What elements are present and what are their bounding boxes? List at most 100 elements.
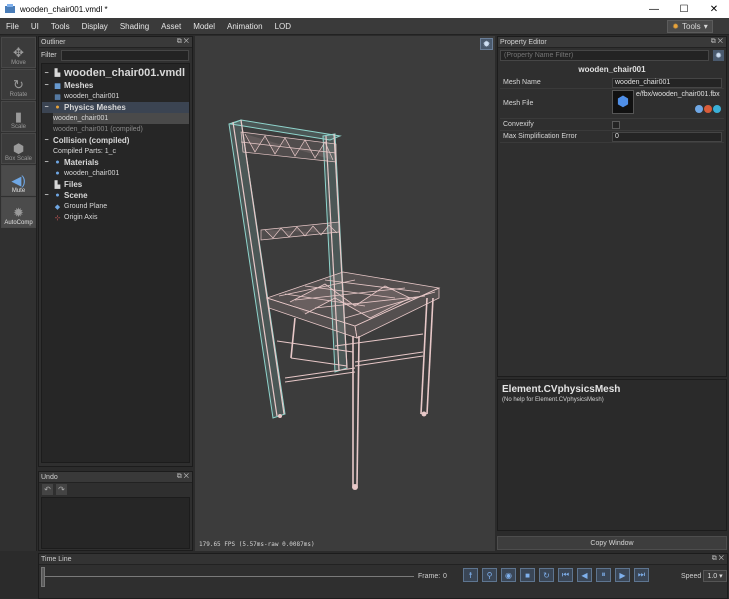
record-icon[interactable]: ◉	[501, 568, 516, 582]
help-panel: Element.CVphysicsMesh (No help for Eleme…	[497, 379, 727, 531]
maximize-button[interactable]: ☐	[669, 0, 699, 18]
tree-meshes[interactable]: − ▦ Meshes	[42, 80, 189, 91]
viewport-settings-gear-icon[interactable]: ✹	[480, 38, 493, 50]
scene-icon: ●	[55, 192, 60, 199]
close-button[interactable]: ✕	[699, 0, 729, 18]
minimize-button[interactable]: —	[639, 0, 669, 18]
fps-readout: 179.65 FPS (5.57ms-raw 0.0087ms)	[199, 541, 315, 548]
max-simplification-label: Max Simplification Error	[503, 133, 577, 140]
mute-icon: ◀)	[11, 173, 26, 188]
property-table: Mesh Name wooden_chair001 Mesh File ⬢ e/…	[500, 77, 724, 143]
outliner-tree: − ▙ wooden_chair001.vmdl − ▦ Meshes ▦ wo…	[41, 63, 190, 463]
step-forward-icon[interactable]: ▶	[615, 568, 630, 582]
fbx-thumbnail-icon[interactable]: ⬢	[612, 89, 634, 114]
tree-material-item[interactable]: ● wooden_chair001	[42, 168, 189, 179]
tree-mesh-item[interactable]: ▦ wooden_chair001	[42, 91, 189, 102]
mesh-name-label: Mesh Name	[503, 79, 541, 86]
rotate-tool-button[interactable]: ↻ Rotate	[1, 69, 36, 100]
menu-display[interactable]: Display	[76, 22, 114, 31]
mesh-file-path[interactable]: e/fbx/wooden_chair001.fbx	[636, 91, 720, 98]
timeline-header: Time Line ⧉ ✕	[39, 554, 727, 565]
files-icon: ▙	[54, 181, 61, 189]
tools-button-label: Tools	[682, 22, 701, 31]
tools-dropdown-button[interactable]: ✹ Tools ▾	[667, 20, 713, 33]
menu-shading[interactable]: Shading	[114, 22, 155, 31]
menu-ui[interactable]: UI	[25, 22, 45, 31]
copy-window-button[interactable]: Copy Window	[497, 536, 727, 550]
menu-tools[interactable]: Tools	[45, 22, 76, 31]
outliner-filter-input[interactable]	[60, 49, 189, 61]
browse-icon[interactable]	[695, 104, 703, 113]
tree-ground-plane[interactable]: ◆ Ground Plane	[42, 201, 189, 212]
undo-panel: Undo ⧉ ✕ ↶ ↷	[38, 471, 193, 551]
help-title: Element.CVphysicsMesh	[502, 384, 621, 395]
move-tool-button[interactable]: ✥ Move	[1, 37, 36, 68]
app-logo-icon	[5, 4, 15, 13]
tree-root[interactable]: − ▙ wooden_chair001.vmdl	[42, 66, 189, 80]
property-filter-input[interactable]	[500, 50, 710, 61]
undo-header: Undo ⧉ ✕	[39, 472, 192, 483]
undo-history-list[interactable]	[41, 497, 190, 549]
title-bar: wooden_chair001.vmdl * — ☐ ✕	[0, 0, 729, 18]
tree-physics-compiled[interactable]: wooden_chair001 (compiled)	[42, 124, 189, 135]
menu-model[interactable]: Model	[187, 22, 221, 31]
expand-toggle-icon[interactable]: −	[42, 137, 51, 144]
undo-icon[interactable]: ↶	[42, 484, 53, 495]
speed-select[interactable]: 1.0 ▾	[703, 570, 727, 582]
skip-end-icon[interactable]: ⏭	[634, 568, 649, 582]
timeline-scrubber-track[interactable]	[41, 576, 414, 577]
step-back-icon[interactable]: ◀	[577, 568, 592, 582]
tree-origin-axis[interactable]: ⊹ Origin Axis	[42, 212, 189, 223]
tree-files[interactable]: ▙ Files	[42, 179, 189, 190]
convexify-checkbox[interactable]	[612, 120, 620, 129]
menu-file[interactable]: File	[0, 22, 25, 31]
tree-compiled-parts[interactable]: Compiled Parts: 1_c	[42, 146, 189, 157]
left-toolbar: ✥ Move ↻ Rotate ▮ Scale ⬢ Box Scale ◀) M…	[0, 36, 37, 551]
panel-float-close-icon[interactable]: ⧉ ✕	[711, 38, 726, 46]
redo-icon[interactable]: ↷	[56, 484, 67, 495]
expand-toggle-icon[interactable]: −	[42, 82, 51, 89]
skip-start-icon[interactable]: ⏮	[558, 568, 573, 582]
outliner-panel: Outliner ⧉ ✕ Filter − ▙ wooden_chair001.…	[38, 36, 193, 467]
pause-icon[interactable]: ⏸	[596, 568, 611, 582]
tree-materials[interactable]: − ● Materials	[42, 157, 189, 168]
max-simplification-field[interactable]: 0	[612, 131, 722, 142]
open-source-icon[interactable]	[704, 104, 712, 113]
convexify-label: Convexify	[503, 121, 534, 128]
box-scale-tool-button[interactable]: ⬢ Box Scale	[1, 133, 36, 164]
property-settings-gear-icon[interactable]: ✹	[713, 50, 724, 61]
3d-viewport[interactable]: ✹ 179.65 FPS (5.57ms-raw 0.0087ms)	[195, 36, 495, 551]
window-title: wooden_chair001.vmdl *	[20, 4, 108, 14]
panel-float-close-icon[interactable]: ⧉ ✕	[177, 473, 192, 481]
menu-asset[interactable]: Asset	[155, 22, 187, 31]
expand-toggle-icon[interactable]: −	[42, 192, 51, 199]
move-icon: ✥	[13, 45, 24, 60]
menu-animation[interactable]: Animation	[221, 22, 269, 31]
menu-lod[interactable]: LOD	[269, 22, 297, 31]
expand-toggle-icon[interactable]: −	[42, 70, 51, 77]
mesh-name-field[interactable]: wooden_chair001	[612, 77, 722, 88]
panel-float-close-icon[interactable]: ⧉ ✕	[712, 555, 727, 563]
pose-icon[interactable]: ☨	[463, 568, 478, 582]
undo-title: Undo	[41, 473, 58, 481]
prop-row-mesh-name: Mesh Name wooden_chair001	[500, 77, 724, 89]
speed-value: 1.0	[707, 572, 718, 580]
stop-square-icon[interactable]: ■	[520, 568, 535, 582]
expand-toggle-icon[interactable]: −	[42, 104, 51, 111]
origin-axis-icon: ⊹	[54, 214, 61, 222]
selected-object-name: wooden_chair001	[578, 65, 646, 74]
timeline-scrubber-handle[interactable]	[41, 567, 45, 587]
tree-physics-meshes[interactable]: − ● Physics Meshes	[42, 102, 189, 113]
tree-scene[interactable]: − ● Scene	[42, 190, 189, 201]
skeleton-icon[interactable]: ⚲	[482, 568, 497, 582]
autocomp-toggle-button[interactable]: ✹ AutoComp	[1, 197, 36, 228]
loop-icon[interactable]: ↻	[539, 568, 554, 582]
refresh-icon[interactable]	[713, 104, 721, 113]
panel-float-close-icon[interactable]: ⧉ ✕	[177, 38, 192, 46]
tree-collision[interactable]: − Collision (compiled)	[42, 135, 189, 146]
tree-physics-item[interactable]: wooden_chair001	[53, 113, 189, 124]
mesh-grid-icon: ▦	[54, 93, 61, 101]
scale-tool-button[interactable]: ▮ Scale	[1, 101, 36, 132]
mute-toggle-button[interactable]: ◀) Mute	[1, 165, 36, 196]
expand-toggle-icon[interactable]: −	[42, 159, 51, 166]
